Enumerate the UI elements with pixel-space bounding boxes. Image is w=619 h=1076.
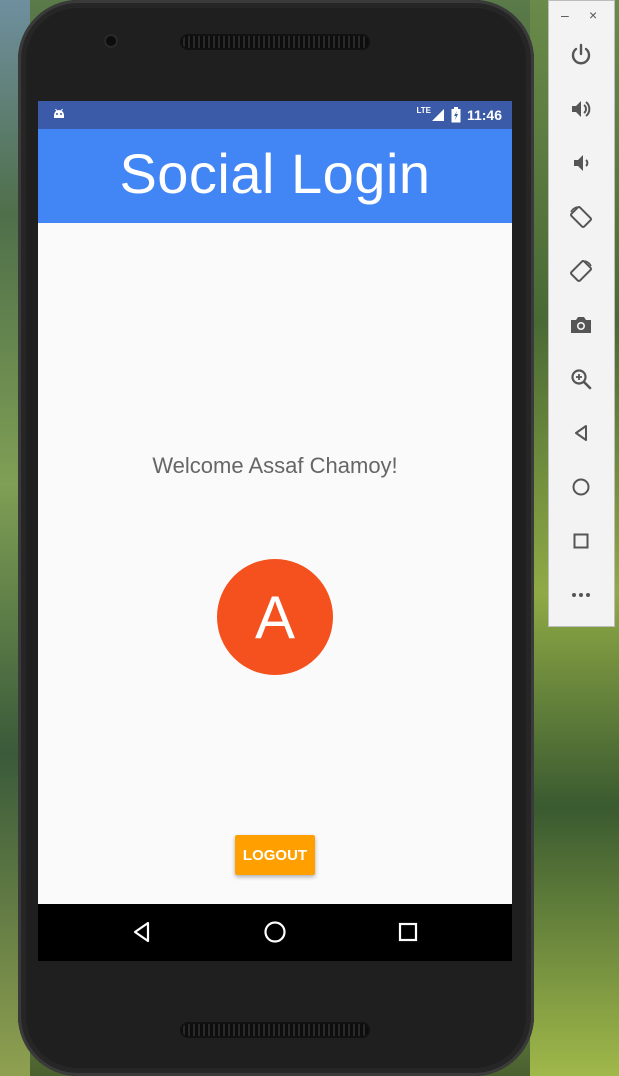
top-speaker xyxy=(180,34,370,50)
rotate-left-icon[interactable] xyxy=(565,201,597,233)
app-bar: Social Login xyxy=(38,129,512,223)
window-controls: – × xyxy=(549,7,616,25)
lte-label: LTE xyxy=(416,105,431,115)
volume-up-icon[interactable] xyxy=(565,93,597,125)
more-icon[interactable] xyxy=(565,579,597,611)
minimize-button[interactable]: – xyxy=(561,7,569,23)
status-time: 11:46 xyxy=(466,107,502,123)
avatar-letter: A xyxy=(254,583,296,651)
front-camera xyxy=(104,34,118,48)
welcome-text: Welcome Assaf Chamoy! xyxy=(152,453,398,478)
navigation-bar xyxy=(38,904,512,961)
power-icon[interactable] xyxy=(565,39,597,71)
avatar: A xyxy=(217,559,333,675)
battery-icon xyxy=(451,107,461,123)
emulator-toolbar: – × xyxy=(548,0,615,627)
home-icon[interactable] xyxy=(565,471,597,503)
recents-icon[interactable] xyxy=(394,918,422,946)
main-content: Welcome Assaf Chamoy! A LOGOUT xyxy=(38,223,512,904)
android-notification-icon xyxy=(54,108,64,118)
signal-icon xyxy=(431,109,444,121)
close-button[interactable]: × xyxy=(589,7,597,23)
home-icon[interactable] xyxy=(261,918,289,946)
back-icon[interactable] xyxy=(565,417,597,449)
back-icon[interactable] xyxy=(128,918,156,946)
volume-down-icon[interactable] xyxy=(565,147,597,179)
camera-icon[interactable] xyxy=(565,309,597,341)
overview-icon[interactable] xyxy=(565,525,597,557)
bottom-speaker xyxy=(180,1022,370,1038)
rotate-right-icon[interactable] xyxy=(565,255,597,287)
status-bar: LTE 11:46 xyxy=(38,101,512,129)
phone-screen: LTE 11:46 Social Login Welcome Assaf Cha… xyxy=(38,101,512,961)
app-title: Social Login xyxy=(119,141,431,205)
logout-button[interactable]: LOGOUT xyxy=(235,835,315,875)
zoom-icon[interactable] xyxy=(565,363,597,395)
